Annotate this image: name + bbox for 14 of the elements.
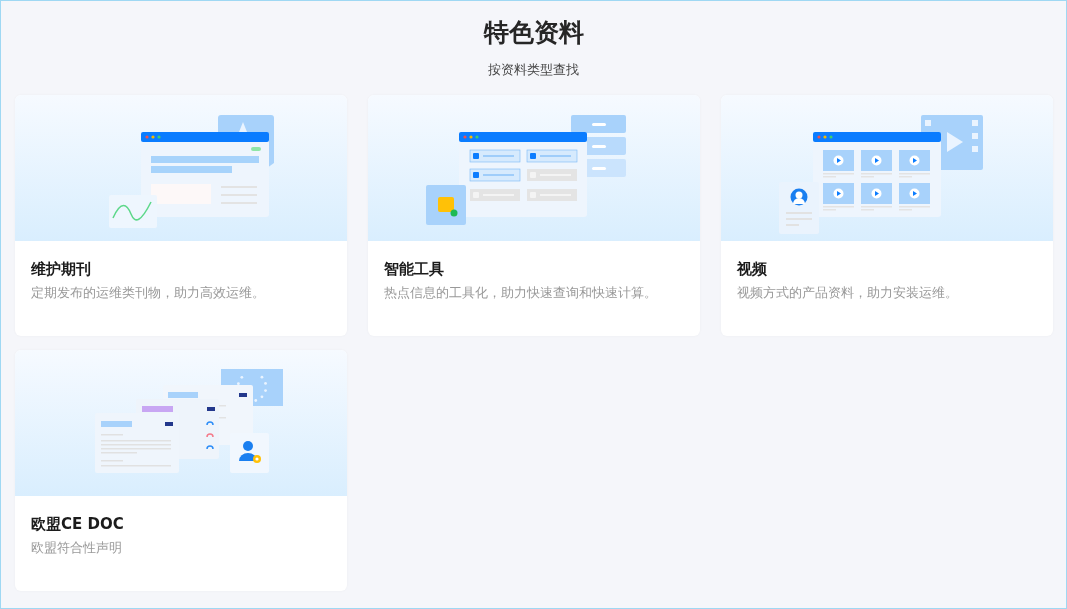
page-subtitle: 按资料类型查找: [487, 61, 580, 79]
card-description: 视频方式的产品资料，助力安装运维。: [737, 284, 959, 302]
resource-card[interactable]: 视频 视频方式的产品资料，助力安装运维。: [721, 95, 1053, 336]
card-title: 欧盟CE DOC: [31, 514, 125, 534]
page-title: 特色资料: [482, 17, 585, 49]
card-description: 定期发布的运维类刊物，助力高效运维。: [31, 284, 266, 302]
card-description: 欧盟符合性声明: [31, 539, 123, 557]
card-description: 热点信息的工具化，助力快速查询和快速计算。: [384, 284, 658, 302]
resource-card[interactable]: 欧盟CE DOC 欧盟符合性声明: [15, 350, 347, 591]
resource-card[interactable]: 维护期刊 定期发布的运维类刊物，助力高效运维。: [15, 95, 347, 336]
card-title: 维护期刊: [31, 259, 92, 279]
card-title: 视频: [737, 259, 768, 279]
card-title: 智能工具: [384, 259, 445, 279]
resource-card[interactable]: 智能工具 热点信息的工具化，助力快速查询和快速计算。: [368, 95, 700, 336]
